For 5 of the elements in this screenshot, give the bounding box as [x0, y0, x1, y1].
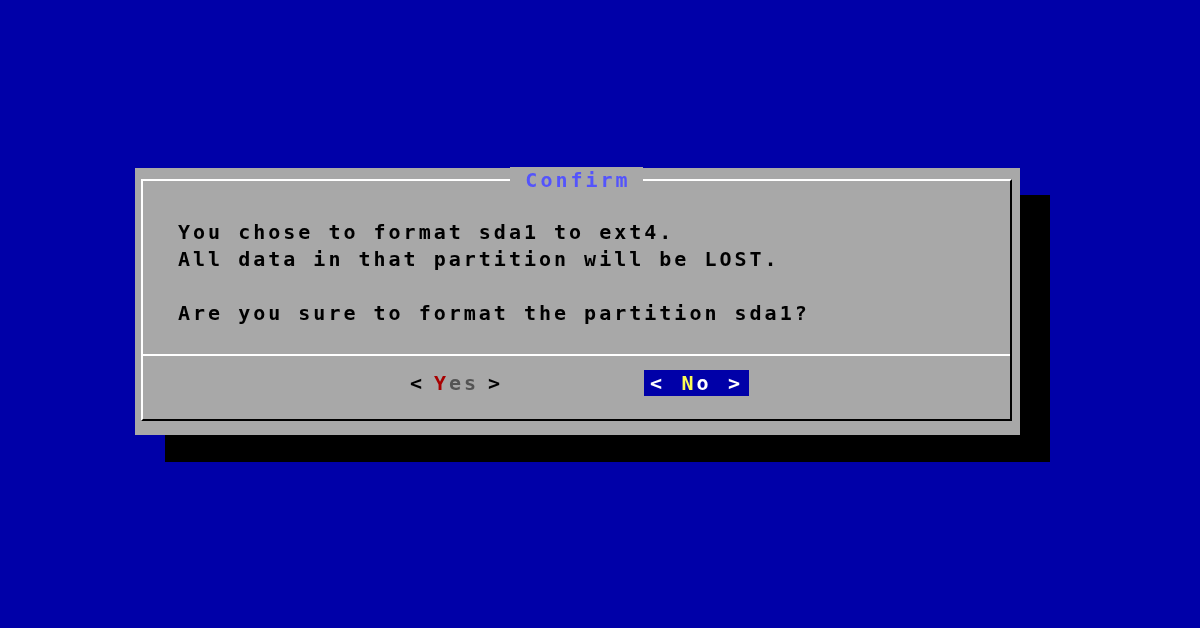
dialog-button[interactable]: < No > [644, 370, 749, 396]
dialog-button[interactable]: < Yes > [404, 370, 509, 396]
message-text: Are you sure to format the partition sda1? [178, 300, 811, 327]
message-text: All data in that partition will be LOST. [178, 246, 781, 273]
message-text: You chose to format sda1 to ext4. [178, 219, 676, 246]
